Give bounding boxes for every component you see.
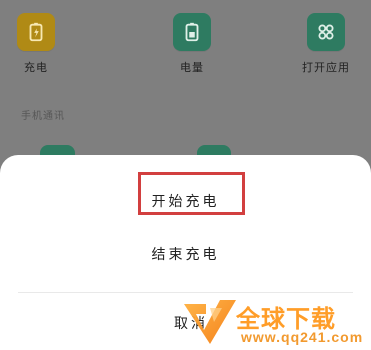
start-charging-button[interactable]: 开始充电 <box>0 191 371 211</box>
app-shortcut-row: 充电 电量 打开应用 <box>0 0 371 90</box>
app-screen: 充电 电量 打开应用 手机通讯 开始充电 结束充电 取消 全球下载 www.qq… <box>0 0 371 350</box>
open-apps-app[interactable]: 打开应用 <box>296 13 356 75</box>
charge-label: 充电 <box>24 61 48 74</box>
action-sheet: 开始充电 结束充电 取消 <box>0 155 371 350</box>
battery-app[interactable]: 电量 <box>162 13 222 75</box>
open-apps-label: 打开应用 <box>302 61 350 74</box>
open-apps-icon <box>307 13 345 51</box>
sheet-divider <box>18 292 353 293</box>
stop-charging-button[interactable]: 结束充电 <box>0 244 371 264</box>
battery-label: 电量 <box>180 61 204 74</box>
section-title: 手机通讯 <box>21 111 65 122</box>
battery-charging-icon <box>17 13 55 51</box>
cancel-button[interactable]: 取消 <box>174 313 208 333</box>
charge-app[interactable]: 充电 <box>6 13 66 75</box>
battery-level-icon <box>173 13 211 51</box>
